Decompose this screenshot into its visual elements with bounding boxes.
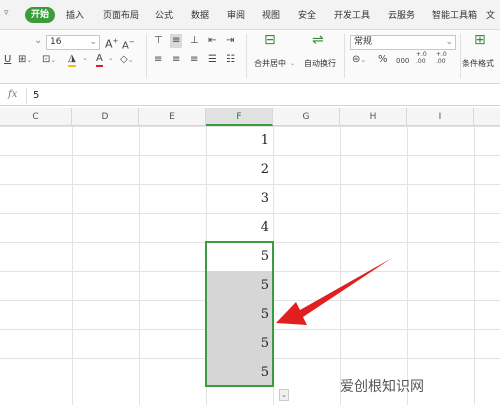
merge-center-button[interactable]: 合并居中 — [254, 58, 286, 69]
indent-increase-icon[interactable]: ⇥ — [226, 34, 234, 48]
fill-color-icon[interactable]: ◮ — [68, 52, 76, 67]
menu-view[interactable]: 视图 — [262, 8, 280, 24]
menu-caret-icon[interactable]: ▿ — [4, 8, 9, 18]
align-bottom-icon[interactable]: ⊥ — [190, 34, 199, 48]
formula-input[interactable]: 5 — [26, 88, 500, 104]
menu-data[interactable]: 数据 — [191, 8, 209, 24]
currency-icon[interactable]: ⊜⌄ — [352, 53, 366, 67]
distribute-icon[interactable]: ☷ — [226, 53, 235, 67]
separator — [344, 34, 345, 78]
chevron-down-icon[interactable]: ⌄ — [82, 54, 88, 62]
wrap-text-icon[interactable]: ⇌ — [312, 33, 324, 47]
font-grow-icon[interactable]: A+ — [105, 34, 118, 52]
align-top-icon[interactable]: ⊤ — [154, 34, 163, 48]
menu-start-tab[interactable]: 开始 — [25, 7, 55, 23]
menu-dev-tools[interactable]: 开发工具 — [334, 8, 370, 24]
menu-more[interactable]: 文 — [486, 8, 495, 24]
chevron-down-icon: ⌄ — [89, 37, 97, 47]
chevron-down-icon: ⌄ — [445, 37, 453, 47]
chevron-down-icon[interactable]: ⌄ — [290, 60, 295, 67]
underline-icon[interactable]: U — [4, 53, 11, 67]
font-shrink-icon[interactable]: A− — [122, 35, 135, 53]
formula-bar: fx 5 — [0, 86, 500, 106]
chevron-down-icon[interactable]: ⌄ — [108, 54, 114, 62]
column-header-h[interactable]: H — [340, 108, 407, 126]
cell-grid[interactable]: 1 2 3 4 5 5 5 5 5 ⌄ — [0, 126, 500, 405]
border-icon[interactable]: ⊞⌄ — [18, 53, 32, 67]
cell-style-icon[interactable]: ⊡⌄ — [42, 53, 56, 67]
column-header-i[interactable]: I — [407, 108, 474, 126]
align-left-icon[interactable]: ≡ — [154, 53, 162, 67]
font-color-icon[interactable]: A — [96, 52, 103, 67]
conditional-format-icon[interactable]: ⊞ — [474, 33, 486, 47]
align-center-icon[interactable]: ≡ — [172, 53, 180, 67]
align-middle-icon[interactable]: ≡ — [170, 34, 183, 48]
number-format-dropdown[interactable]: 常规 ⌄ — [350, 35, 456, 50]
arrow-shape — [276, 258, 392, 325]
fx-icon[interactable]: fx — [8, 89, 17, 100]
thousands-icon[interactable]: 000 — [396, 54, 409, 68]
column-header-f[interactable]: F — [206, 108, 273, 126]
wrap-text-button[interactable]: 自动换行 — [304, 58, 336, 69]
pointer-arrow-icon — [276, 258, 392, 325]
menu-bar: ▿ 开始 插入 页面布局 公式 数据 审阅 视图 安全 开发工具 云服务 智能工… — [0, 0, 500, 30]
merge-center-icon[interactable]: ⊟ — [264, 33, 276, 47]
font-name-dropdown-icon[interactable]: ⌄ — [34, 34, 42, 48]
column-header-g[interactable]: G — [273, 108, 340, 126]
watermark: 爱创根知识网 — [340, 379, 424, 395]
eraser-icon[interactable]: ◇⌄ — [120, 53, 134, 67]
menu-cloud[interactable]: 云服务 — [388, 8, 415, 24]
column-header-d[interactable]: D — [72, 108, 139, 126]
justify-icon[interactable]: ☰ — [208, 53, 217, 67]
ribbon-toolbar: ⌄ 16 ⌄ A+ A− U ⊞⌄ ⊡⌄ ◮ ⌄ A ⌄ ◇⌄ ⊤ ≡ ⊥ ⇤ … — [0, 30, 500, 84]
column-header-row: C D E F G H I — [0, 108, 500, 126]
decimal-increase-icon[interactable]: +.0 .00 — [416, 51, 432, 65]
menu-smart-tools[interactable]: 智能工具箱 — [432, 8, 477, 24]
decimal-decrease-icon[interactable]: +.0 .00 — [436, 51, 452, 65]
separator — [246, 34, 247, 78]
menu-page-layout[interactable]: 页面布局 — [103, 8, 139, 24]
font-size-field[interactable]: 16 ⌄ — [46, 35, 100, 50]
font-size-value: 16 — [50, 37, 62, 47]
menu-formula[interactable]: 公式 — [155, 8, 173, 24]
align-right-icon[interactable]: ≡ — [190, 53, 198, 67]
menu-insert[interactable]: 插入 — [66, 8, 84, 24]
column-header-e[interactable]: E — [139, 108, 206, 126]
separator — [460, 34, 461, 78]
separator — [146, 34, 147, 78]
percent-icon[interactable]: % — [378, 53, 388, 67]
indent-decrease-icon[interactable]: ⇤ — [208, 34, 216, 48]
number-format-value: 常规 — [354, 37, 373, 47]
column-header-c[interactable]: C — [0, 108, 72, 126]
menu-security[interactable]: 安全 — [298, 8, 316, 24]
conditional-format-button[interactable]: 条件格式 — [462, 58, 494, 69]
menu-review[interactable]: 审阅 — [227, 8, 245, 24]
